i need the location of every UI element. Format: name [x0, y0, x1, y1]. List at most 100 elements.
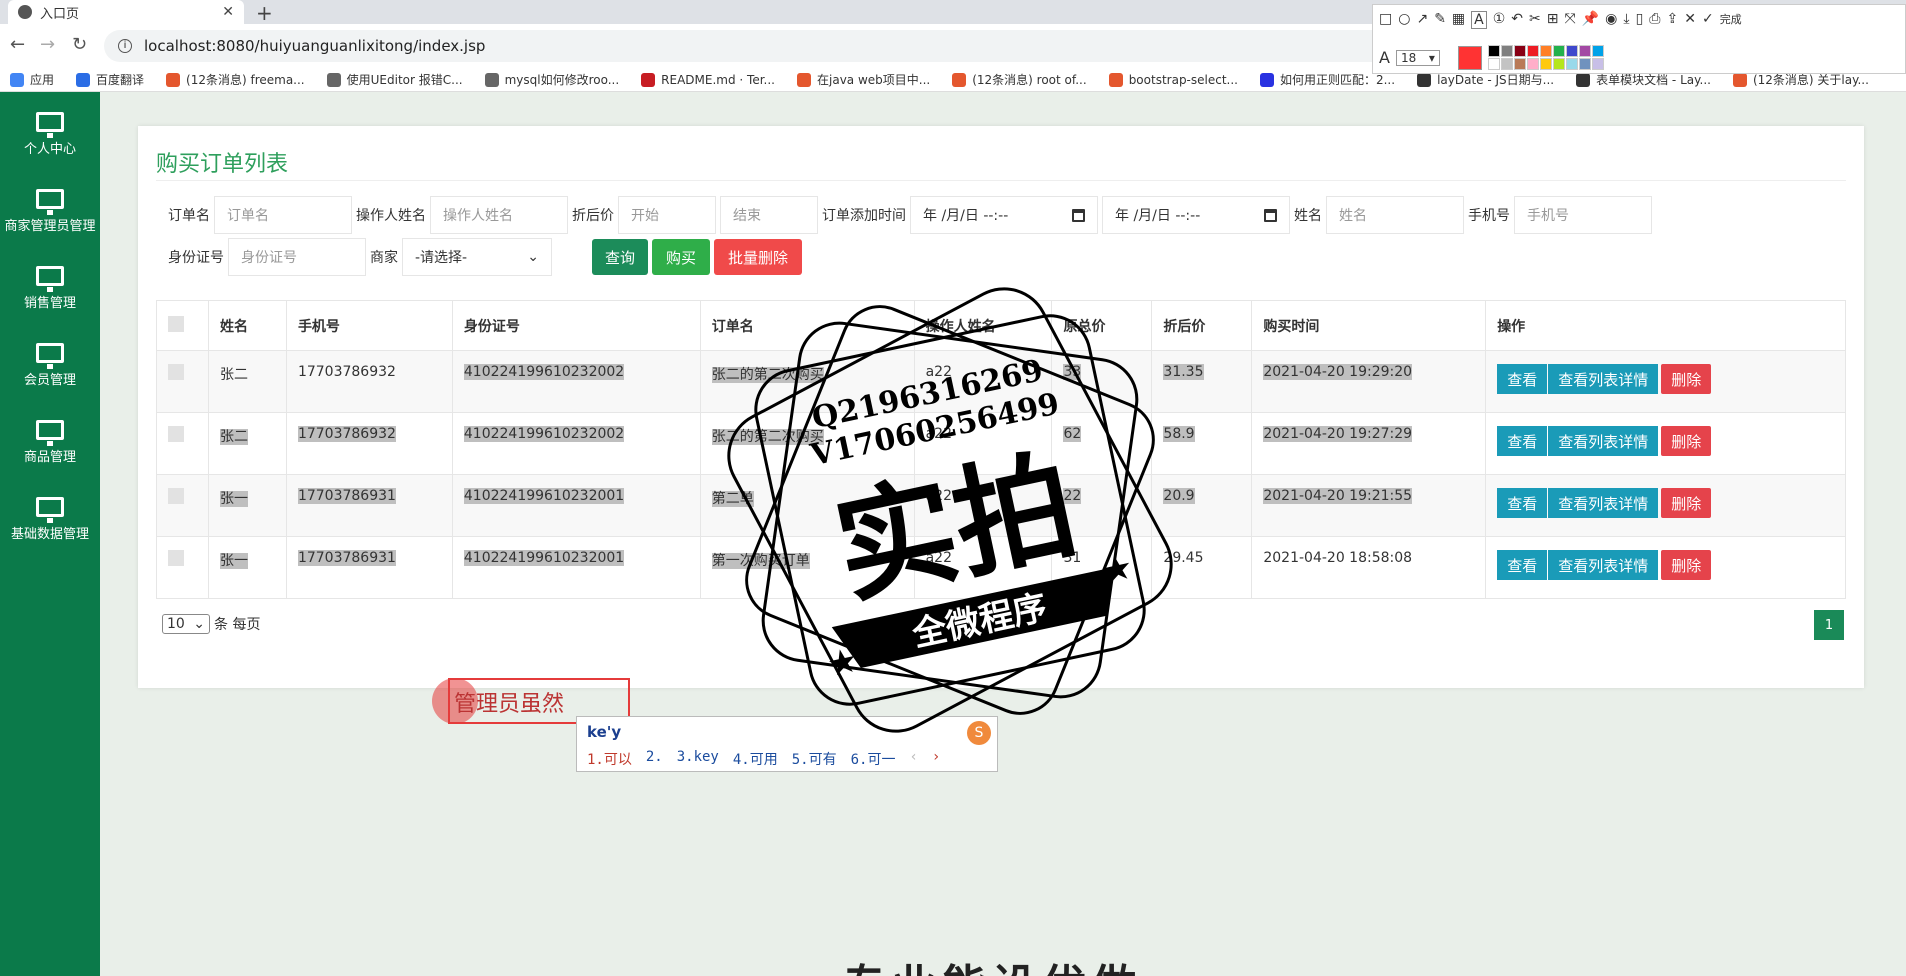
row-checkbox[interactable]	[168, 550, 184, 566]
done-label[interactable]: 完成	[1720, 11, 1742, 29]
ime-candidate[interactable]: 6.可一	[851, 749, 896, 769]
calendar-icon[interactable]	[1264, 208, 1277, 222]
back-icon[interactable]: ←	[10, 34, 25, 55]
add-time-start-input[interactable]: 年 /月/日 --:--	[910, 196, 1098, 234]
ime-candidate[interactable]: 5.可有	[792, 749, 837, 769]
color-swatch[interactable]	[1591, 58, 1604, 70]
new-tab-icon[interactable]: +	[256, 1, 273, 25]
bookmark-item[interactable]: README.md · Ter...	[641, 72, 775, 87]
phone-icon[interactable]: ▯	[1636, 11, 1644, 29]
sidebar-item[interactable]: 商家管理员管理	[0, 169, 100, 246]
current-color-swatch[interactable]	[1457, 45, 1482, 70]
undo-icon[interactable]: ↶	[1511, 11, 1523, 29]
view-button[interactable]: 查看	[1497, 550, 1548, 580]
order-name-input[interactable]: 订单名	[214, 196, 352, 234]
name-input[interactable]: 姓名	[1326, 196, 1464, 234]
rectangle-tool-icon[interactable]: □	[1379, 11, 1392, 29]
page-size-select[interactable]: 10 ⌄	[162, 614, 210, 634]
delete-button[interactable]: 删除	[1661, 364, 1712, 394]
done-icon[interactable]: ✓	[1702, 11, 1714, 29]
batch-delete-button[interactable]: 批量删除	[714, 239, 802, 275]
bookmark-item[interactable]: (12条消息) freema...	[166, 71, 305, 88]
view-details-button[interactable]: 查看列表详情	[1548, 426, 1659, 456]
chevron-left-icon[interactable]: ‹	[909, 749, 917, 769]
bookmark-item[interactable]: mysql如何修改roo...	[484, 71, 619, 88]
page-number-1[interactable]: 1	[1814, 610, 1844, 640]
view-button[interactable]: 查看	[1497, 426, 1548, 456]
sidebar-item[interactable]: 个人中心	[0, 92, 100, 169]
ime-candidate[interactable]: 3.key	[677, 749, 719, 769]
sidebar-item[interactable]: 会员管理	[0, 323, 100, 400]
delete-button[interactable]: 删除	[1661, 426, 1712, 456]
pen-tool-icon[interactable]: ✎	[1434, 11, 1446, 29]
calendar-icon[interactable]	[1072, 208, 1085, 222]
bookmark-item[interactable]: 百度翻译	[76, 71, 144, 88]
color-swatch[interactable]	[1565, 45, 1578, 57]
bookmark-item[interactable]: 使用UEditor 报错C...	[326, 71, 463, 88]
row-checkbox[interactable]	[168, 426, 184, 442]
color-swatch[interactable]	[1487, 45, 1500, 57]
cancel-icon[interactable]: ✕	[1684, 11, 1696, 29]
ellipse-tool-icon[interactable]: ○	[1398, 11, 1410, 29]
chevron-right-icon[interactable]: ›	[932, 749, 940, 769]
browser-tab[interactable]: 入口页 ✕	[8, 0, 244, 24]
add-time-end-input[interactable]: 年 /月/日 --:--	[1102, 196, 1290, 234]
number-tool-icon[interactable]: ①	[1493, 11, 1506, 29]
color-swatch[interactable]	[1500, 45, 1513, 57]
ime-candidate[interactable]: 2.	[646, 749, 663, 769]
view-details-button[interactable]: 查看列表详情	[1548, 364, 1659, 394]
text-tool-icon[interactable]: A	[1471, 11, 1487, 29]
pin-icon[interactable]: 📌	[1582, 11, 1599, 29]
close-icon[interactable]: ✕	[222, 4, 234, 20]
color-swatch[interactable]	[1578, 58, 1591, 70]
ime-candidate[interactable]: 1.可以	[587, 749, 632, 769]
idcard-input[interactable]: 身份证号	[228, 238, 366, 276]
forward-icon[interactable]: →	[40, 34, 55, 55]
arrow-tool-icon[interactable]: ↗	[1416, 11, 1428, 29]
view-button[interactable]: 查看	[1497, 488, 1548, 518]
view-details-button[interactable]: 查看列表详情	[1548, 550, 1659, 580]
share-icon[interactable]: ⇪	[1666, 11, 1678, 29]
color-swatch[interactable]	[1487, 58, 1500, 70]
select-all-checkbox[interactable]	[168, 315, 184, 332]
row-checkbox[interactable]	[168, 364, 184, 380]
color-swatch[interactable]	[1539, 45, 1552, 57]
view-button[interactable]: 查看	[1497, 364, 1548, 394]
translate-icon[interactable]: ⤧	[1565, 11, 1576, 29]
cut-icon[interactable]: ✂	[1529, 11, 1541, 29]
save-icon[interactable]: ⎙	[1649, 11, 1660, 29]
merchant-select[interactable]: -请选择- ⌄	[402, 238, 552, 276]
delete-button[interactable]: 删除	[1661, 488, 1712, 518]
color-swatch[interactable]	[1513, 45, 1526, 57]
ime-candidate[interactable]: 4.可用	[733, 749, 778, 769]
buy-button[interactable]: 购买	[652, 239, 710, 275]
record-icon[interactable]: ◉	[1605, 11, 1617, 29]
color-swatch[interactable]	[1591, 45, 1604, 57]
bookmark-item[interactable]: bootstrap-select...	[1108, 72, 1238, 87]
font-size-select[interactable]: 18 ▾	[1395, 49, 1440, 66]
sidebar-item[interactable]: 销售管理	[0, 246, 100, 323]
download-icon[interactable]: ⤓	[1623, 11, 1629, 29]
bookmark-item[interactable]: 在java web项目中...	[797, 71, 930, 88]
bookmark-item[interactable]: (12条消息) root of...	[952, 71, 1087, 88]
ocr-icon[interactable]: ⊞	[1547, 11, 1559, 29]
sidebar-item[interactable]: 商品管理	[0, 400, 100, 477]
color-swatch[interactable]	[1565, 58, 1578, 70]
view-details-button[interactable]: 查看列表详情	[1548, 488, 1659, 518]
color-swatch[interactable]	[1526, 45, 1539, 57]
color-swatch[interactable]	[1552, 45, 1565, 57]
discount-start-input[interactable]: 开始	[618, 196, 716, 234]
reload-icon[interactable]: ↻	[72, 34, 87, 55]
color-swatch[interactable]	[1526, 58, 1539, 70]
bookmark-item[interactable]: 应用	[10, 71, 54, 88]
color-swatch[interactable]	[1552, 58, 1565, 70]
color-swatch[interactable]	[1500, 58, 1513, 70]
sidebar-item[interactable]: 基础数据管理	[0, 477, 100, 554]
row-checkbox[interactable]	[168, 488, 184, 504]
info-icon[interactable]: i	[118, 39, 132, 53]
color-swatch[interactable]	[1513, 58, 1526, 70]
mosaic-tool-icon[interactable]: ▦	[1452, 11, 1465, 29]
query-button[interactable]: 查询	[592, 239, 648, 275]
operator-input[interactable]: 操作人姓名	[430, 196, 568, 234]
discount-end-input[interactable]: 结束	[720, 196, 818, 234]
